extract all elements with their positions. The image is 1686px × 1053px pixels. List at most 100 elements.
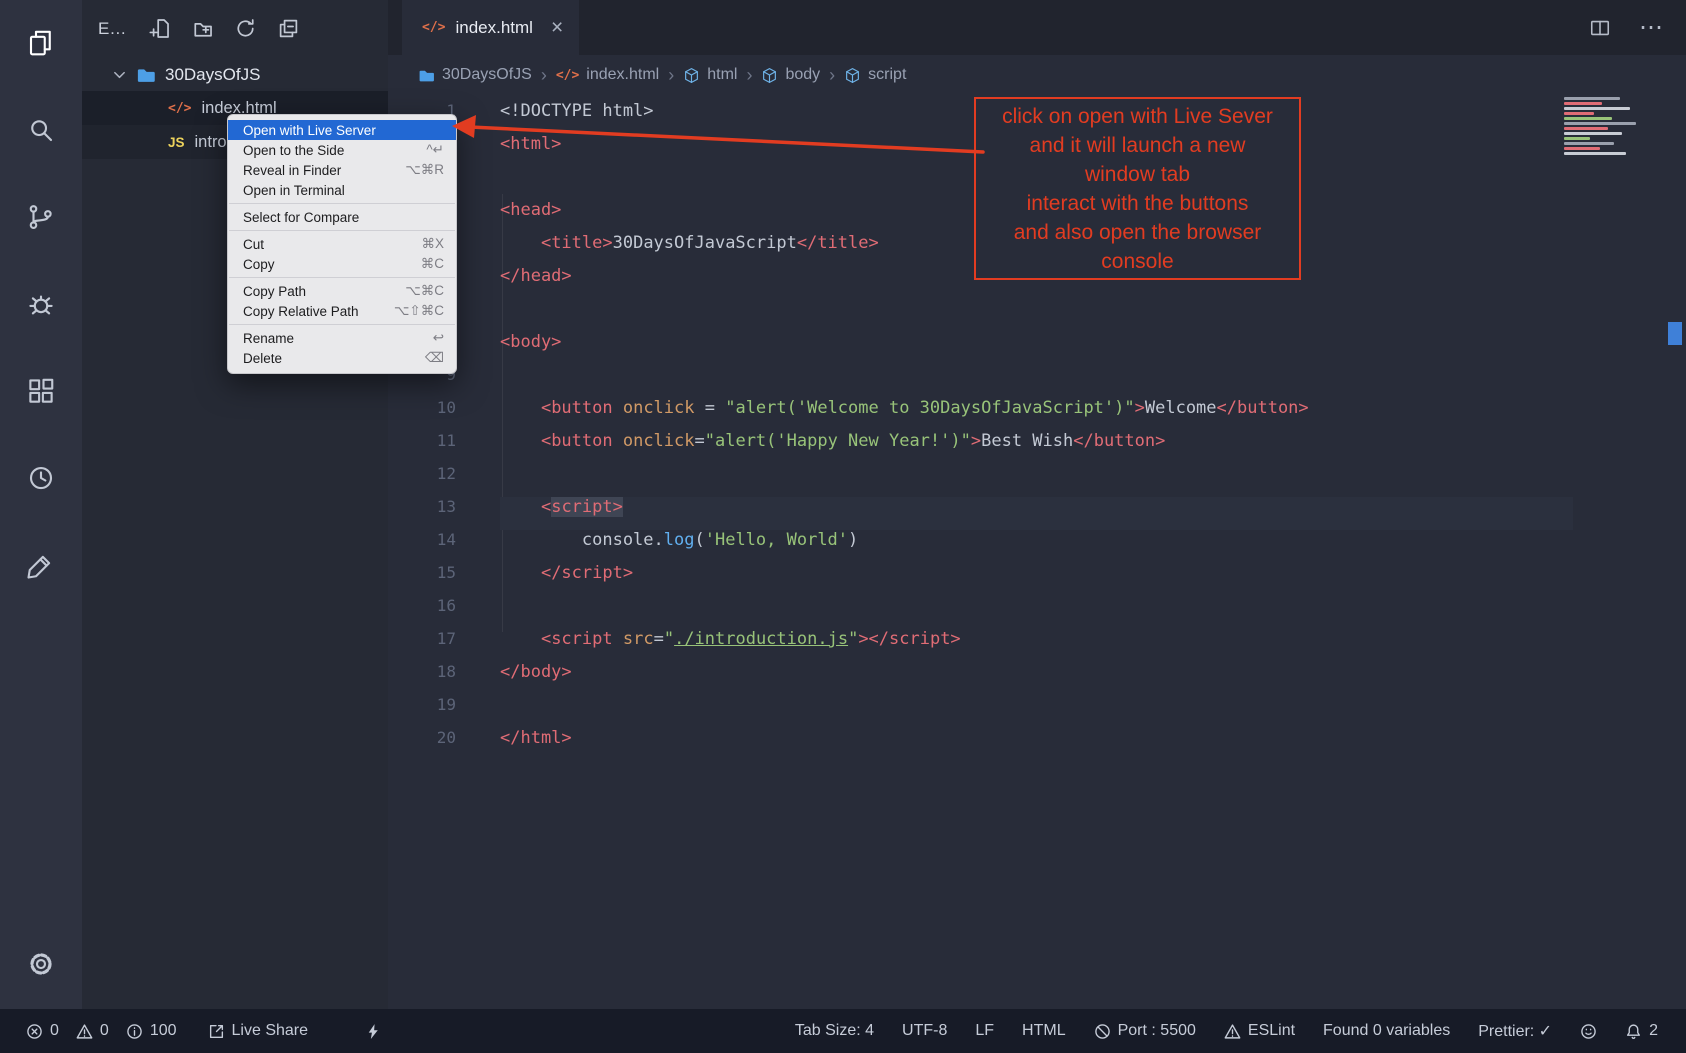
- info-count[interactable]: 100: [126, 1022, 177, 1040]
- annotation-line: interact with the buttons: [976, 189, 1299, 218]
- code-line-11[interactable]: 11 <button onclick="alert('Happy New Yea…: [388, 431, 1573, 464]
- annotation-box: click on open with Live Severand it will…: [974, 97, 1301, 280]
- tab-size-indicator[interactable]: Tab Size: 4: [795, 1022, 874, 1040]
- history-icon[interactable]: [18, 455, 64, 501]
- scrollbar-marker[interactable]: [1668, 322, 1682, 345]
- code-line-20[interactable]: 20</html>: [388, 728, 1573, 761]
- error-count[interactable]: 0: [26, 1022, 59, 1040]
- feedback-smiley-icon[interactable]: [1580, 1023, 1597, 1040]
- notifications-bell[interactable]: 2: [1625, 1022, 1658, 1040]
- eslint-indicator[interactable]: ESLint: [1224, 1022, 1295, 1040]
- feedback-icon[interactable]: [18, 542, 64, 588]
- breadcrumb-separator: ›: [829, 65, 835, 86]
- code-line-15[interactable]: 15 </script>: [388, 563, 1573, 596]
- tab-bar: </> index.html × ⋯: [388, 0, 1686, 55]
- refresh-icon[interactable]: [235, 18, 257, 40]
- bug-icon: [26, 289, 56, 319]
- breadcrumb-folder[interactable]: 30DaysOfJS: [418, 66, 532, 84]
- breadcrumb-separator: ›: [746, 65, 752, 86]
- code-line-8[interactable]: 8<body>: [388, 332, 1573, 365]
- code-line-12[interactable]: 12: [388, 464, 1573, 497]
- breadcrumb-html[interactable]: html: [683, 66, 737, 84]
- line-number: 15: [388, 563, 482, 596]
- settings-gear-icon[interactable]: [18, 941, 64, 987]
- tab-index-html[interactable]: </> index.html ×: [402, 0, 579, 55]
- line-number: 14: [388, 530, 482, 563]
- breadcrumb-file[interactable]: </> index.html: [556, 66, 659, 84]
- info-circle-icon: [126, 1023, 143, 1040]
- menu-item-copy-relative-path[interactable]: Copy Relative Path⌥⇧⌘C: [228, 301, 456, 321]
- menu-separator: [229, 230, 455, 231]
- annotation-line: click on open with Live Sever: [976, 102, 1299, 131]
- menu-item-copy-path[interactable]: Copy Path⌥⌘C: [228, 281, 456, 301]
- menu-item-copy[interactable]: Copy⌘C: [228, 254, 456, 274]
- new-folder-icon[interactable]: [192, 18, 214, 40]
- breadcrumb-separator: ›: [541, 65, 547, 86]
- code-line-16[interactable]: 16: [388, 596, 1573, 629]
- breadcrumb-script[interactable]: script: [844, 66, 906, 84]
- close-icon[interactable]: ×: [551, 16, 563, 40]
- search-icon[interactable]: [18, 107, 64, 153]
- eol-indicator[interactable]: LF: [975, 1022, 994, 1040]
- lightning-icon[interactable]: [365, 1023, 382, 1040]
- explorer-icon[interactable]: [18, 20, 64, 66]
- folder-icon: [136, 65, 156, 85]
- breadcrumb-separator: ›: [668, 65, 674, 86]
- menu-item-open-in-terminal[interactable]: Open in Terminal: [228, 180, 456, 200]
- menu-item-select-for-compare[interactable]: Select for Compare: [228, 207, 456, 227]
- code-line-18[interactable]: 18</body>: [388, 662, 1573, 695]
- split-editor-icon[interactable]: [1589, 17, 1611, 39]
- menu-item-open-with-live-server[interactable]: Open with Live Server: [228, 120, 456, 140]
- menu-item-cut[interactable]: Cut⌘X: [228, 234, 456, 254]
- menu-item-delete[interactable]: Delete⌫: [228, 348, 456, 368]
- js-file-icon: JS: [168, 135, 185, 150]
- line-number: 11: [388, 431, 482, 464]
- html-file-icon: </>: [422, 20, 445, 35]
- more-actions-icon[interactable]: ⋯: [1639, 13, 1664, 42]
- warning-icon: [76, 1023, 93, 1040]
- run-debug-icon[interactable]: [18, 281, 64, 327]
- code-line-7[interactable]: 7: [388, 299, 1573, 332]
- collapse-all-icon[interactable]: [278, 18, 300, 40]
- code-line-19[interactable]: 19: [388, 695, 1573, 728]
- clock-icon: [26, 463, 56, 493]
- gear-icon: [26, 949, 56, 979]
- status-bar: 0 0 100 Live Share Tab Size: 4 UTF-8 LF …: [0, 1009, 1686, 1053]
- source-control-icon[interactable]: [18, 194, 64, 240]
- sidebar-folder-30daysofjs[interactable]: 30DaysOfJS: [82, 58, 388, 91]
- warning-count[interactable]: 0: [76, 1022, 109, 1040]
- new-file-icon[interactable]: [149, 18, 171, 40]
- language-indicator[interactable]: HTML: [1022, 1022, 1066, 1040]
- folder-icon: [418, 67, 435, 84]
- bell-icon: [1625, 1023, 1642, 1040]
- line-number: 17: [388, 629, 482, 662]
- annotation-line: and also open the browser: [976, 218, 1299, 247]
- code-line-13[interactable]: 13 <script>: [388, 497, 1573, 530]
- menu-separator: [229, 277, 455, 278]
- prettier-indicator[interactable]: Prettier: ✓: [1478, 1021, 1552, 1041]
- annotation-line: and it will launch a new: [976, 131, 1299, 160]
- variables-indicator[interactable]: Found 0 variables: [1323, 1022, 1450, 1040]
- menu-item-rename[interactable]: Rename↩: [228, 328, 456, 348]
- live-share-button[interactable]: Live Share: [208, 1022, 309, 1040]
- port-indicator[interactable]: Port : 5500: [1094, 1022, 1196, 1040]
- extensions-icon[interactable]: [18, 368, 64, 414]
- minimap[interactable]: [1564, 97, 1656, 157]
- annotation-line: window tab: [976, 160, 1299, 189]
- line-number: 12: [388, 464, 482, 497]
- code-line-9[interactable]: 9: [388, 365, 1573, 398]
- breadcrumb-body[interactable]: body: [761, 66, 820, 84]
- code-line-10[interactable]: 10 <button onclick = "alert('Welcome to …: [388, 398, 1573, 431]
- breadcrumb: 30DaysOfJS › </> index.html › html › bod…: [388, 55, 1686, 95]
- menu-item-open-to-the-side[interactable]: Open to the Side^↵: [228, 140, 456, 160]
- code-line-14[interactable]: 14 console.log('Hello, World'): [388, 530, 1573, 563]
- files-icon: [26, 28, 56, 58]
- squares-icon: [26, 376, 56, 406]
- code-line-17[interactable]: 17 <script src="./introduction.js"></scr…: [388, 629, 1573, 662]
- menu-separator: [229, 324, 455, 325]
- smiley-icon: [1580, 1023, 1597, 1040]
- encoding-indicator[interactable]: UTF-8: [902, 1022, 947, 1040]
- status-bar-right: Tab Size: 4 UTF-8 LF HTML Port : 5500 ES…: [795, 1021, 1658, 1041]
- html-file-icon: </>: [168, 101, 191, 116]
- menu-item-reveal-in-finder[interactable]: Reveal in Finder⌥⌘R: [228, 160, 456, 180]
